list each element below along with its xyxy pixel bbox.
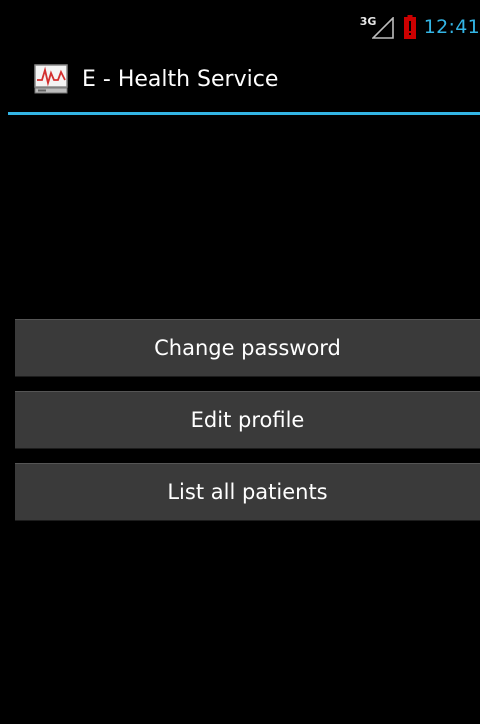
list-all-patients-button[interactable]: List all patients [15,463,480,521]
app-title: E - Health Service [82,66,279,92]
battery-low-icon [403,15,416,39]
edit-profile-button[interactable]: Edit profile [15,391,480,449]
signal-strength-icon: 3G [360,15,396,39]
action-bar: E - Health Service [8,46,480,115]
status-bar: 3G 12:41 [8,8,480,46]
change-password-button[interactable]: Change password [15,319,480,377]
heart-monitor-icon [34,64,68,94]
app-screen: 3G 12:41 E - Health Service Change passw… [8,8,480,724]
status-icons: 3G 12:41 [360,13,480,41]
status-clock: 12:41 [423,16,480,38]
